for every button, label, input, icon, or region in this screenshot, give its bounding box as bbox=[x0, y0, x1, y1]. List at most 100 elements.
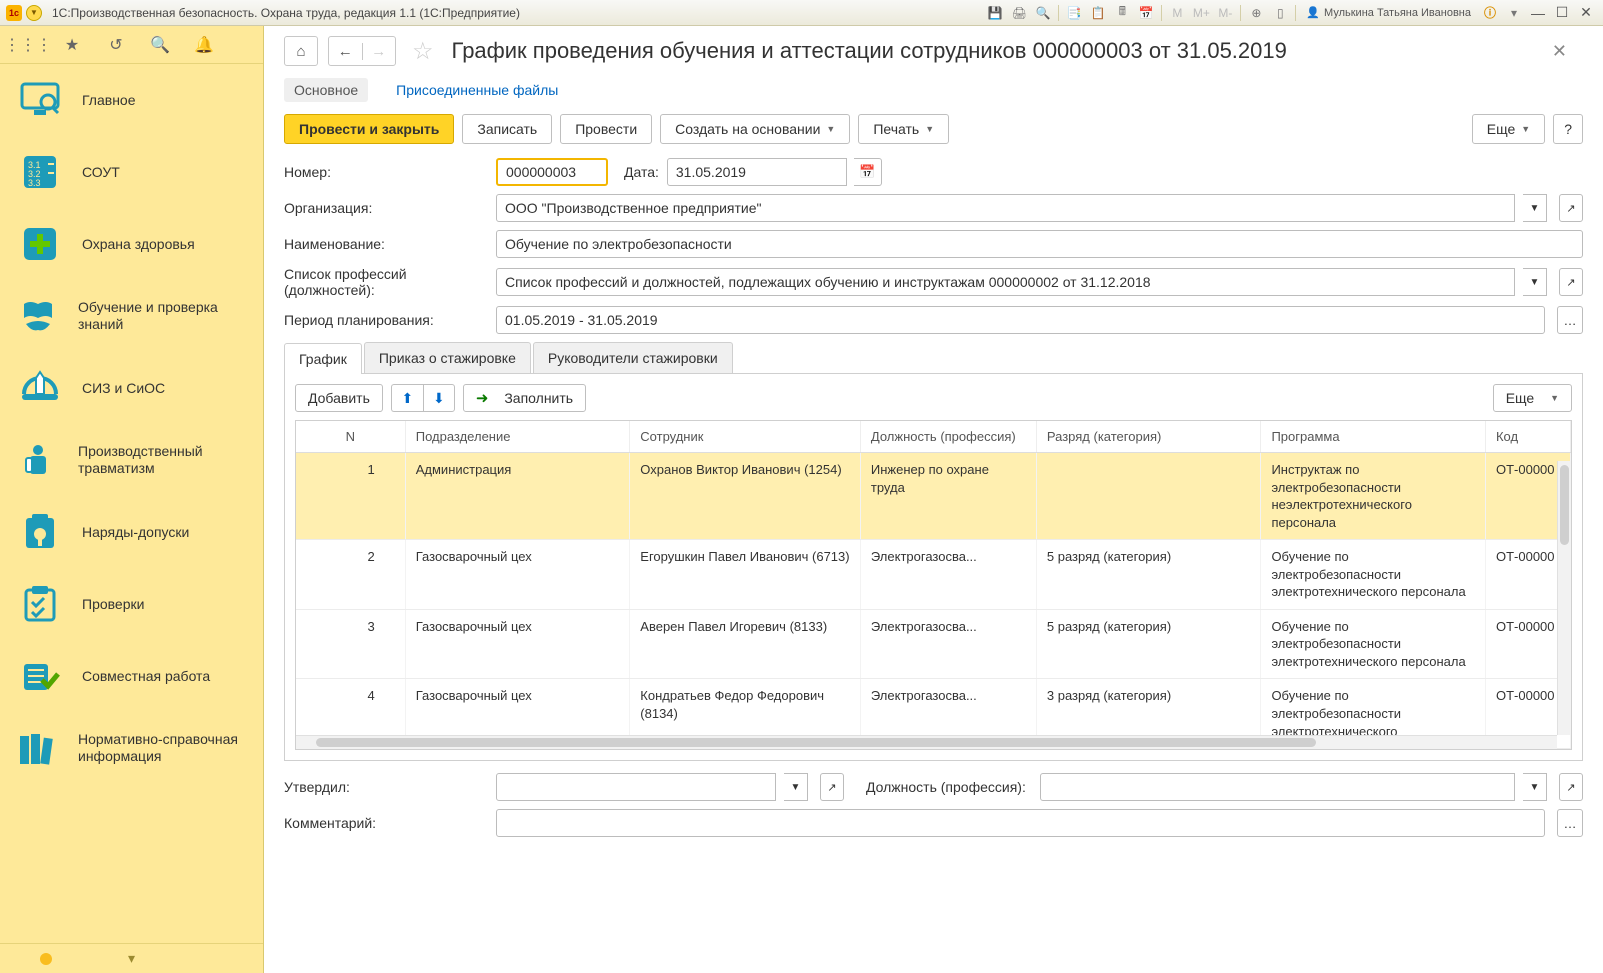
footer: Утвердил: ▼ ↗ Должность (профессия): ▼ ↗… bbox=[264, 761, 1603, 845]
create-based-button[interactable]: Создать на основании▼ bbox=[660, 114, 850, 144]
table-row[interactable]: 2Газосварочный цехЕгорушкин Павел Иванов… bbox=[296, 540, 1571, 610]
help-button[interactable]: ? bbox=[1553, 114, 1583, 144]
user-name[interactable]: 👤Мулькина Татьяна Ивановна bbox=[1300, 3, 1477, 23]
period-picker-button[interactable]: … bbox=[1557, 306, 1583, 334]
close-button[interactable]: ✕ bbox=[1575, 3, 1597, 23]
th-code[interactable]: Код bbox=[1485, 421, 1570, 453]
th-cat[interactable]: Разряд (категория) bbox=[1036, 421, 1261, 453]
comment-expand[interactable]: … bbox=[1557, 809, 1583, 837]
date-input[interactable]: 31.05.2019 bbox=[667, 158, 847, 186]
star-icon[interactable]: ★ bbox=[62, 35, 82, 55]
save-button[interactable]: Записать bbox=[462, 114, 552, 144]
org-dropdown-button[interactable]: ▼ bbox=[1523, 194, 1547, 222]
favorite-star-icon[interactable]: ☆ bbox=[412, 37, 434, 66]
move-up-button[interactable]: ⬆ bbox=[391, 384, 423, 412]
list-dropdown-button[interactable]: ▼ bbox=[1523, 268, 1547, 296]
approved-input[interactable] bbox=[496, 773, 776, 801]
svg-text:3.3: 3.3 bbox=[28, 178, 41, 188]
position-open[interactable]: ↗ bbox=[1559, 773, 1583, 801]
sidebar-label: Производственный травматизм bbox=[78, 443, 247, 477]
sidebar-item-sout[interactable]: 3.13.23.3 СОУТ bbox=[0, 136, 263, 208]
tab-intern-order[interactable]: Приказ о стажировке bbox=[364, 342, 531, 373]
table-row[interactable]: 3Газосварочный цехАверен Павел Игоревич … bbox=[296, 609, 1571, 679]
label-period: Период планирования: bbox=[284, 312, 488, 328]
sidebar-item-checks[interactable]: Проверки bbox=[0, 568, 263, 640]
m-plus-button[interactable]: M+ bbox=[1190, 3, 1212, 23]
apps-icon[interactable]: ⋮⋮⋮ bbox=[18, 35, 38, 55]
dropdown-icon[interactable]: ▾ bbox=[1503, 3, 1525, 23]
approved-open[interactable]: ↗ bbox=[820, 773, 844, 801]
sidebar-label: Проверки bbox=[82, 596, 144, 613]
th-n[interactable]: N bbox=[296, 421, 405, 453]
sidebar: ⋮⋮⋮ ★ ↺ 🔍 🔔 Главное 3.13.23.3 СОУТ Охран… bbox=[0, 26, 264, 973]
panel-more-button[interactable]: Еще ▼ bbox=[1493, 384, 1572, 412]
compare-icon[interactable]: 📑 bbox=[1063, 3, 1085, 23]
maximize-button[interactable]: ☐ bbox=[1551, 3, 1573, 23]
sidebar-item-siz[interactable]: СИЗ и СиОС bbox=[0, 352, 263, 424]
post-button[interactable]: Провести bbox=[560, 114, 652, 144]
comment-input[interactable] bbox=[496, 809, 1545, 837]
panel-icon[interactable]: ▯ bbox=[1269, 3, 1291, 23]
add-button[interactable]: Добавить bbox=[295, 384, 383, 412]
number-input[interactable]: 000000003 bbox=[496, 158, 608, 186]
tab-main[interactable]: Основное bbox=[284, 78, 368, 102]
print-icon[interactable]: 🖨 bbox=[1008, 3, 1030, 23]
search-icon[interactable]: 🔍 bbox=[150, 35, 170, 55]
nav-back-forward[interactable]: ← → bbox=[328, 36, 396, 66]
app-menu-dropdown[interactable]: ▼ bbox=[26, 5, 42, 21]
sidebar-item-training[interactable]: Обучение и проверка знаний bbox=[0, 280, 263, 352]
chevron-down-icon: ▾ bbox=[128, 950, 135, 967]
home-button[interactable]: ⌂ bbox=[284, 36, 318, 66]
position-input[interactable] bbox=[1040, 773, 1515, 801]
approved-dropdown[interactable]: ▼ bbox=[784, 773, 808, 801]
tab-supervisors[interactable]: Руководители стажировки bbox=[533, 342, 733, 373]
org-open-button[interactable]: ↗ bbox=[1559, 194, 1583, 222]
horizontal-scrollbar[interactable] bbox=[296, 735, 1557, 749]
preview-icon[interactable]: 🔍 bbox=[1032, 3, 1054, 23]
calc-icon[interactable]: 🖩 bbox=[1111, 3, 1133, 23]
position-dropdown[interactable]: ▼ bbox=[1523, 773, 1547, 801]
th-dep[interactable]: Подразделение bbox=[405, 421, 630, 453]
forward-icon[interactable]: → bbox=[363, 43, 396, 60]
move-down-button[interactable]: ⬇ bbox=[423, 384, 455, 412]
bell-icon[interactable]: 🔔 bbox=[194, 35, 214, 55]
sidebar-label: Главное bbox=[82, 92, 136, 109]
history-icon[interactable]: ↺ bbox=[106, 35, 126, 55]
clipboard-icon[interactable]: 📋 bbox=[1087, 3, 1109, 23]
sidebar-item-injury[interactable]: Производственный травматизм bbox=[0, 424, 263, 496]
th-pos[interactable]: Должность (профессия) bbox=[860, 421, 1036, 453]
sidebar-item-health[interactable]: Охрана здоровья bbox=[0, 208, 263, 280]
tab-schedule[interactable]: График bbox=[284, 343, 362, 374]
more-button[interactable]: Еще▼ bbox=[1472, 114, 1545, 144]
sidebar-label: СИЗ и СиОС bbox=[82, 380, 165, 397]
list-input[interactable]: Список профессий и должностей, подлежащи… bbox=[496, 268, 1515, 296]
post-and-close-button[interactable]: Провести и закрыть bbox=[284, 114, 454, 144]
list-open-button[interactable]: ↗ bbox=[1559, 268, 1583, 296]
zoom-icon[interactable]: ⊕ bbox=[1245, 3, 1267, 23]
m-button[interactable]: M bbox=[1166, 3, 1188, 23]
org-input[interactable]: ООО "Производственное предприятие" bbox=[496, 194, 1515, 222]
calendar-icon[interactable]: 📅 bbox=[1135, 3, 1157, 23]
sidebar-item-reference[interactable]: Нормативно-справочная информация bbox=[0, 712, 263, 784]
close-page-button[interactable]: ✕ bbox=[1544, 37, 1575, 66]
tab-files[interactable]: Присоединенные файлы bbox=[386, 78, 568, 102]
period-input[interactable]: 01.05.2019 - 31.05.2019 bbox=[496, 306, 1545, 334]
m-minus-button[interactable]: M- bbox=[1214, 3, 1236, 23]
fill-button[interactable]: ➜ Заполнить bbox=[463, 384, 586, 412]
vertical-scrollbar[interactable] bbox=[1557, 461, 1571, 735]
save-doc-icon[interactable]: 💾 bbox=[984, 3, 1006, 23]
sidebar-item-collab[interactable]: Совместная работа bbox=[0, 640, 263, 712]
sidebar-item-permits[interactable]: Наряды-допуски bbox=[0, 496, 263, 568]
print-button[interactable]: Печать▼ bbox=[858, 114, 949, 144]
info-icon[interactable]: ⓘ bbox=[1479, 3, 1501, 23]
back-icon[interactable]: ← bbox=[329, 43, 363, 60]
th-prog[interactable]: Программа bbox=[1261, 421, 1486, 453]
sidebar-item-main[interactable]: Главное bbox=[0, 64, 263, 136]
titlebar: 1c ▼ 1С:Производственная безопасность. О… bbox=[0, 0, 1603, 26]
name-input[interactable]: Обучение по электробезопасности bbox=[496, 230, 1583, 258]
calendar-picker-button[interactable]: 📅 bbox=[854, 158, 882, 186]
th-emp[interactable]: Сотрудник bbox=[630, 421, 861, 453]
table-row[interactable]: 1АдминистрацияОхранов Виктор Иванович (1… bbox=[296, 453, 1571, 540]
minimize-button[interactable]: — bbox=[1527, 3, 1549, 23]
sidebar-expand[interactable]: ▾ bbox=[0, 943, 263, 973]
